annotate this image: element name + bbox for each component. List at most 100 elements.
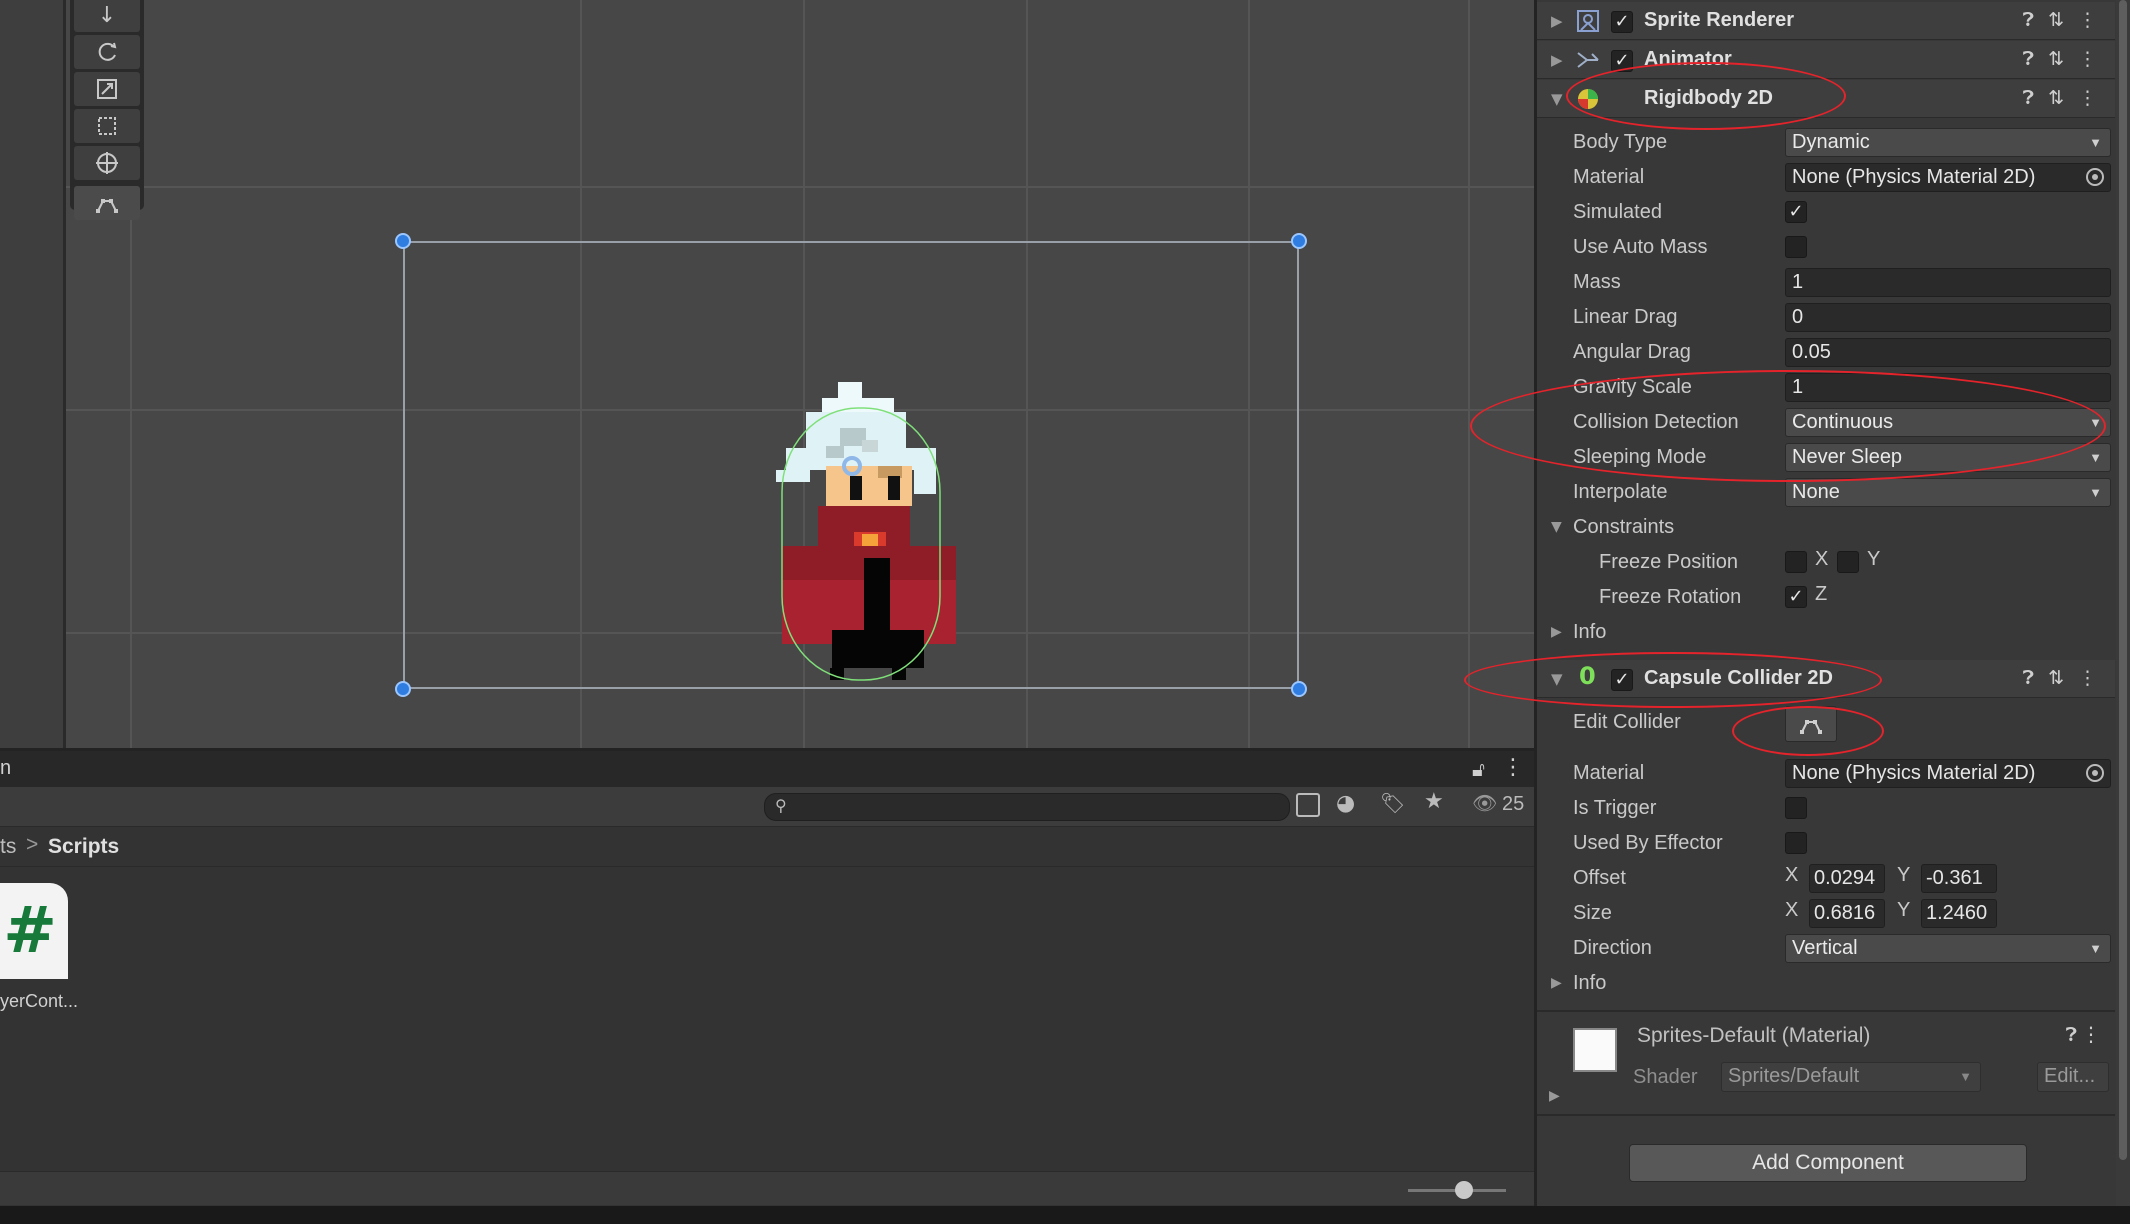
project-window: n 🔓︎ ⋮ ⚲ ◕ 🏷︎ ★ 👁︎ 25 ts > Scripts # yer…: [0, 748, 1534, 1206]
mass-input[interactable]: 1: [1785, 268, 2111, 297]
rb-info-foldout[interactable]: ▶ Info: [1537, 616, 2115, 650]
breadcrumb: ts > Scripts: [0, 827, 1534, 867]
bounds-handle-bottom-right[interactable]: [1291, 681, 1307, 697]
capsule-collider-enabled-checkbox[interactable]: ✓: [1611, 669, 1633, 691]
tag-icon[interactable]: 🏷︎: [1380, 791, 1405, 815]
scale-tool-button[interactable]: [74, 72, 140, 106]
constraints-foldout[interactable]: ▼ Constraints: [1537, 511, 2115, 545]
kebab-menu-icon[interactable]: ⋮: [2078, 48, 2097, 70]
field-label: Freeze Position: [1599, 551, 1738, 573]
csharp-script-asset[interactable]: #: [0, 883, 68, 979]
bounds-handle-top-left[interactable]: [395, 233, 411, 249]
eye-icon[interactable]: 👁︎: [1472, 791, 1497, 815]
collapse-arrow-icon[interactable]: ▼: [1551, 90, 1563, 108]
offset-y-input[interactable]: -0.361: [1921, 864, 1997, 893]
gravity-scale-input[interactable]: 1: [1785, 373, 2111, 402]
sprite-renderer-enabled-checkbox[interactable]: ✓: [1611, 11, 1633, 33]
presets-icon[interactable]: ⇅: [2048, 87, 2064, 109]
kebab-menu-icon[interactable]: ⋮: [2081, 1022, 2101, 1046]
breadcrumb-separator: >: [26, 833, 39, 856]
direction-dropdown[interactable]: Vertical ▼: [1785, 934, 2111, 963]
csharp-script-icon: #: [3, 894, 57, 968]
add-component-button[interactable]: Add Component: [1629, 1144, 2027, 1182]
icon-size-slider-thumb[interactable]: [1455, 1181, 1473, 1199]
size-y-input[interactable]: 1.2460: [1921, 899, 1997, 928]
project-tab-label[interactable]: n: [0, 757, 11, 780]
cc-material-field[interactable]: None (Physics Material 2D): [1785, 759, 2111, 788]
dropdown-value: Sprites/Default: [1728, 1065, 1860, 1087]
scrollbar-thumb[interactable]: [2119, 0, 2127, 1160]
presets-icon[interactable]: ⇅: [2048, 9, 2064, 31]
transform-tool-button[interactable]: [74, 146, 140, 180]
dropdown-value: Continuous: [1792, 411, 1894, 433]
rb-material-field[interactable]: None (Physics Material 2D): [1785, 163, 2111, 192]
sprite-renderer-header[interactable]: ▶ ✓ Sprite Renderer ❓︎ ⇅ ⋮: [1537, 2, 2115, 40]
cc-info-foldout[interactable]: ▶ Info: [1537, 967, 2115, 1001]
field-label: Body Type: [1573, 131, 1668, 153]
interpolate-dropdown[interactable]: None ▼: [1785, 478, 2111, 507]
move-tool-button[interactable]: ↓: [74, 0, 140, 32]
kebab-menu-icon[interactable]: ⋮: [2078, 87, 2097, 109]
kebab-menu-icon[interactable]: ⋮: [2078, 667, 2097, 689]
collision-detection-dropdown[interactable]: Continuous ▼: [1785, 408, 2111, 437]
is-trigger-checkbox[interactable]: [1785, 797, 1807, 819]
search-input[interactable]: ⚲: [764, 793, 1290, 821]
offset-x-input[interactable]: 0.0294: [1809, 864, 1885, 893]
freeze-position-x-checkbox[interactable]: [1785, 551, 1807, 573]
component-title: Capsule Collider 2D: [1644, 667, 1833, 689]
angular-drag-input[interactable]: 0.05: [1785, 338, 2111, 367]
player-sprite[interactable]: [766, 380, 956, 690]
bounds-handle-top-right[interactable]: [1291, 233, 1307, 249]
gravity-scale-row: Gravity Scale 1: [1537, 371, 2115, 405]
tool-palette: ↓: [70, 0, 144, 220]
lock-icon[interactable]: 🔓︎: [1472, 757, 1485, 781]
help-icon[interactable]: ❓︎: [2023, 48, 2034, 70]
breadcrumb-parent[interactable]: ts: [0, 835, 16, 859]
size-x-input[interactable]: 0.6816: [1809, 899, 1885, 928]
bounds-handle-bottom-left[interactable]: [395, 681, 411, 697]
freeze-position-y-checkbox[interactable]: [1837, 551, 1859, 573]
object-picker-icon[interactable]: [2086, 764, 2104, 782]
presets-icon[interactable]: ⇅: [2048, 48, 2064, 70]
field-label: Is Trigger: [1573, 797, 1657, 819]
simulated-checkbox[interactable]: ✓: [1785, 201, 1807, 223]
animator-enabled-checkbox[interactable]: ✓: [1611, 50, 1633, 72]
help-icon[interactable]: ❓︎: [2023, 9, 2034, 31]
kebab-menu-icon[interactable]: ⋮: [2078, 9, 2097, 31]
rotate-tool-button[interactable]: [74, 35, 140, 69]
direction-row: Direction Vertical ▼: [1537, 932, 2115, 966]
body-type-dropdown[interactable]: Dynamic ▼: [1785, 128, 2111, 157]
edit-collider-tool-button[interactable]: [74, 186, 140, 220]
presets-icon[interactable]: ⇅: [2048, 667, 2064, 689]
breadcrumb-current[interactable]: Scripts: [48, 835, 119, 859]
collapse-arrow-icon[interactable]: ▼: [1551, 670, 1563, 688]
expand-arrow-icon[interactable]: ▶: [1551, 12, 1563, 30]
rigidbody-2d-header[interactable]: ▼ Rigidbody 2D ❓︎ ⇅ ⋮: [1537, 80, 2115, 118]
freeze-rotation-z-checkbox[interactable]: ✓: [1785, 586, 1807, 608]
rect-tool-button[interactable]: [74, 109, 140, 143]
linear-drag-input[interactable]: 0: [1785, 303, 2111, 332]
chevron-down-icon: ▼: [1959, 1069, 1972, 1084]
expand-arrow-icon[interactable]: ▶: [1549, 1088, 1560, 1104]
used-by-effector-checkbox[interactable]: [1785, 832, 1807, 854]
use-auto-mass-checkbox[interactable]: [1785, 236, 1807, 258]
edit-collider-button[interactable]: [1785, 706, 1837, 742]
search-by-type-icon[interactable]: [1296, 793, 1320, 817]
animator-header[interactable]: ▶ ✓ Animator ❓︎ ⇅ ⋮: [1537, 41, 2115, 79]
rb-material-row: Material None (Physics Material 2D): [1537, 161, 2115, 195]
sleeping-mode-dropdown[interactable]: Never Sleep ▼: [1785, 443, 2111, 472]
edit-collider-row: Edit Collider: [1537, 706, 2115, 746]
expand-arrow-icon[interactable]: ▶: [1551, 51, 1563, 69]
kebab-menu-icon[interactable]: ⋮: [1502, 755, 1524, 780]
scene-view[interactable]: ↓: [0, 0, 1534, 748]
shader-edit-button[interactable]: Edit...: [2037, 1062, 2109, 1092]
help-icon[interactable]: ❓︎: [2066, 1024, 2077, 1046]
filter-by-type-icon[interactable]: ◕: [1336, 791, 1355, 816]
capsule-collider-2d-header[interactable]: ▼ 0 ✓ Capsule Collider 2D ❓︎ ⇅ ⋮: [1537, 660, 2115, 698]
help-icon[interactable]: ❓︎: [2023, 667, 2034, 689]
object-picker-icon[interactable]: [2086, 168, 2104, 186]
inspector-scrollbar[interactable]: [2116, 0, 2130, 1206]
star-icon[interactable]: ★: [1424, 789, 1444, 814]
help-icon[interactable]: ❓︎: [2023, 87, 2034, 109]
shader-dropdown[interactable]: Sprites/Default ▼: [1721, 1062, 1981, 1092]
